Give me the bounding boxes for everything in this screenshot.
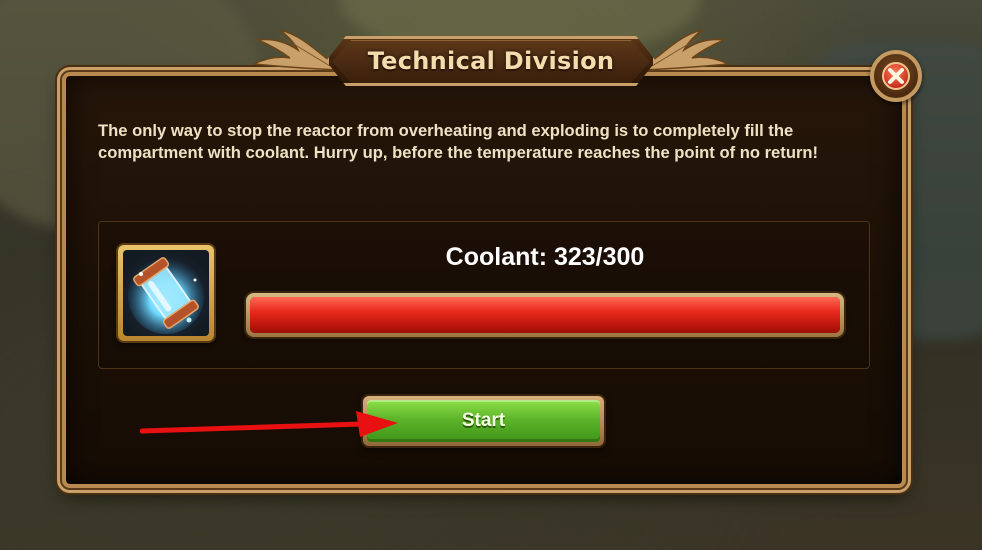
coolant-progress-fill bbox=[250, 297, 840, 333]
dialog-title: Technical Division bbox=[367, 47, 615, 75]
close-icon bbox=[888, 68, 904, 84]
annotation-arrow-icon bbox=[140, 411, 398, 437]
coolant-amount-label: Coolant: 323/300 bbox=[445, 243, 645, 271]
coolant-item-frame[interactable] bbox=[118, 245, 214, 341]
coolant-progress-bar bbox=[246, 293, 844, 337]
close-button[interactable] bbox=[870, 50, 922, 102]
dialog-description: The only way to stop the reactor from ov… bbox=[98, 121, 819, 162]
coolant-canister-icon bbox=[128, 257, 204, 334]
start-button-label: Start bbox=[461, 410, 506, 431]
